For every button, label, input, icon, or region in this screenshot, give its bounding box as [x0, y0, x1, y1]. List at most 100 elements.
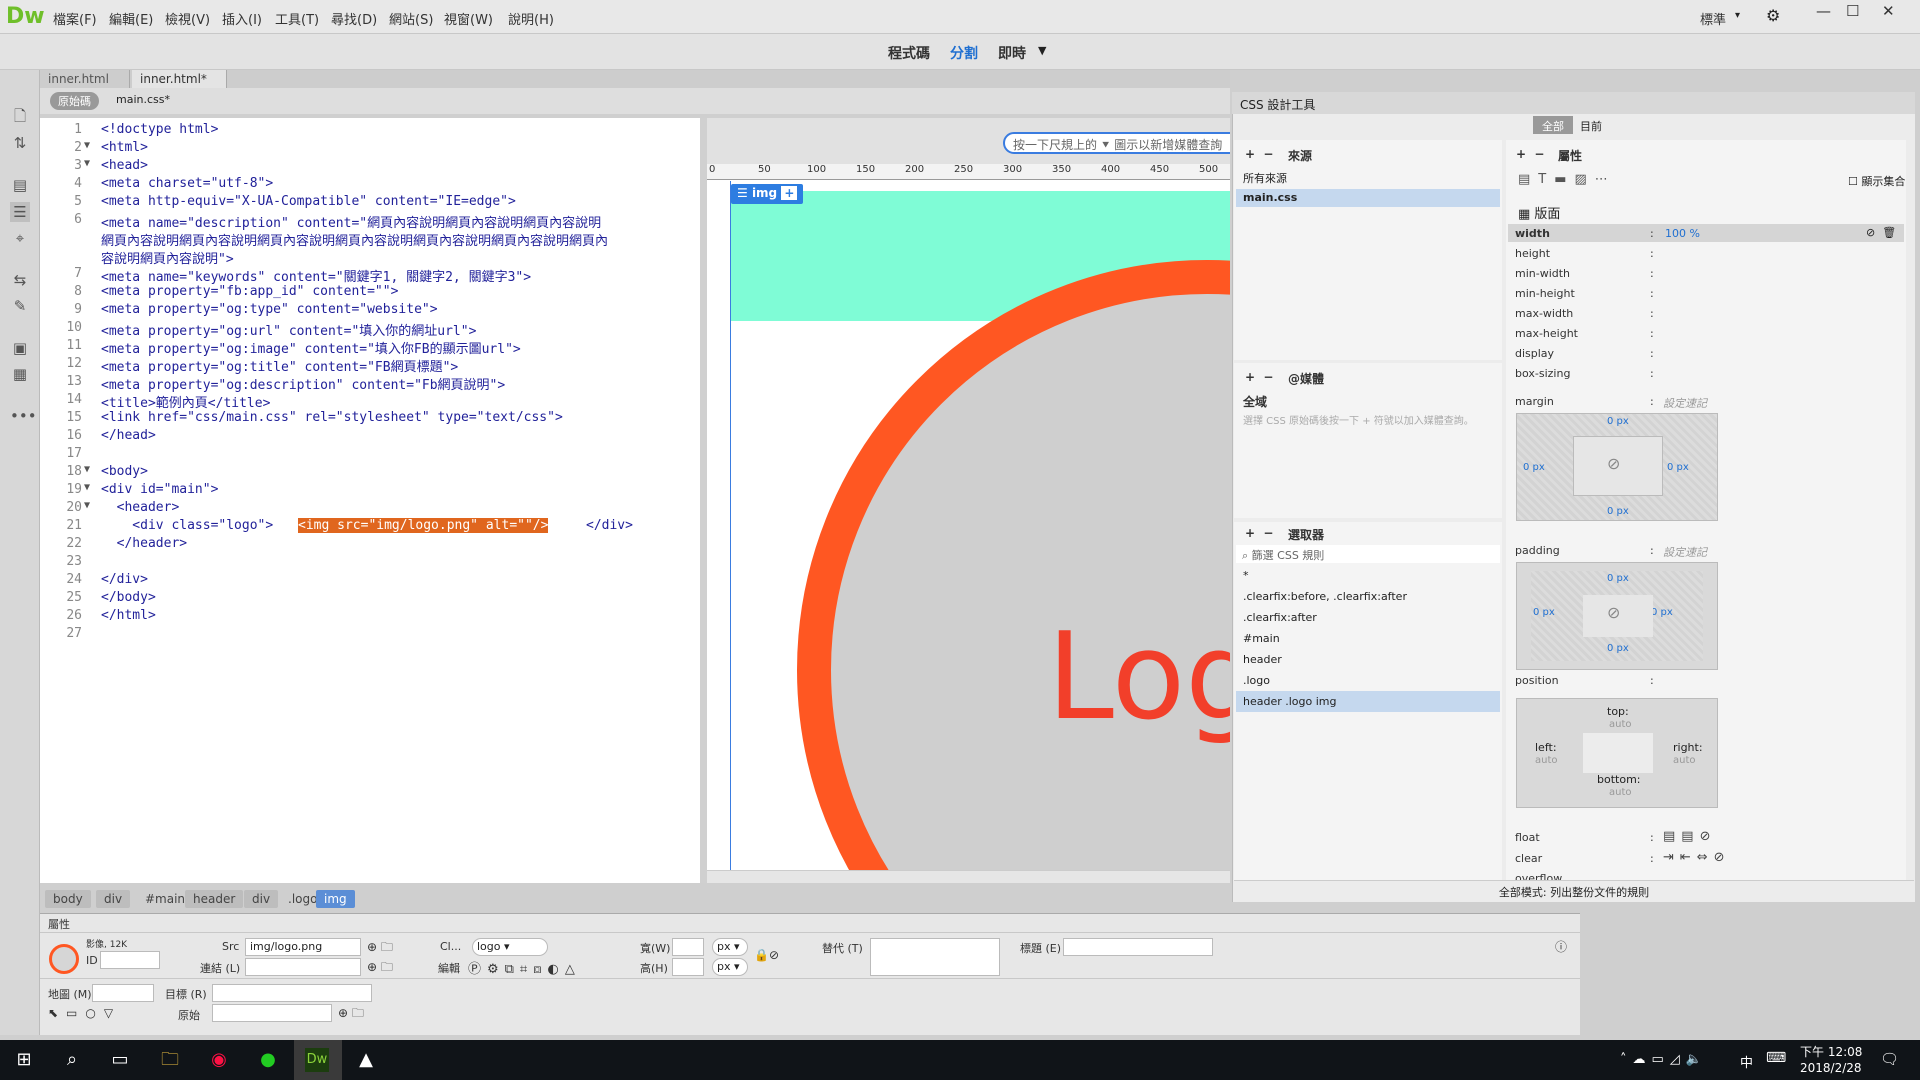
library-icon[interactable]: ▦	[10, 364, 30, 384]
tab-inner-html-modified[interactable]: inner.html* ✕	[132, 70, 227, 100]
height-input[interactable]	[672, 958, 704, 976]
close-icon[interactable]: ✕	[1882, 2, 1895, 20]
fold-arrow-icon[interactable]: ▼	[84, 158, 90, 169]
fold-arrow-icon[interactable]: ▼	[84, 500, 90, 511]
split-divider[interactable]	[700, 118, 707, 883]
ruler[interactable]: 0 50 100 150 200 250 300 350 400 450 500	[707, 164, 1230, 180]
code-line[interactable]: 7 <meta name="keywords" content="關鍵字1, 關鍵…	[40, 266, 700, 285]
position-box[interactable]: top: auto left: auto right: auto bottom:…	[1516, 698, 1718, 808]
code-line[interactable]: 21 <div class="logo"> <img src="img/logo.…	[40, 518, 700, 536]
code-line[interactable]: 12 <meta property="og:title" content="FB網…	[40, 356, 700, 375]
split-view-button[interactable]: 分割	[950, 43, 978, 63]
crumb-img[interactable]: img	[316, 890, 355, 908]
main-css-link[interactable]: main.css*	[116, 93, 170, 106]
code-line[interactable]: 13 <meta property="og:description" conten…	[40, 374, 700, 393]
snippets-icon[interactable]: ✎	[10, 296, 30, 316]
prop-min-height[interactable]: min-height	[1515, 287, 1575, 300]
selector-filter-input[interactable]: ⌕ 篩選 CSS 規則	[1236, 545, 1500, 563]
line-icon[interactable]: ●	[256, 1048, 280, 1072]
width-unit[interactable]: px ▾	[712, 938, 748, 956]
selector-item[interactable]: *	[1236, 565, 1500, 586]
selectors-add-remove[interactable]: + −	[1245, 526, 1273, 540]
element-tag-img[interactable]: ☰ img +	[731, 184, 804, 204]
minimize-icon[interactable]: —	[1816, 2, 1831, 20]
code-line[interactable]: 18 ▼ <body>	[40, 464, 700, 482]
chevron-down-icon[interactable]: ▼	[1038, 44, 1046, 57]
code-line[interactable]: 9 <meta property="og:type" content="websi…	[40, 302, 700, 320]
code-line[interactable]: 24 </div>	[40, 572, 700, 590]
float-options[interactable]: ▤▤⊘	[1663, 829, 1716, 844]
code-line[interactable]: 17	[40, 446, 700, 464]
code-line[interactable]: 10 <meta property="og:url" content="填入你的網…	[40, 320, 700, 339]
source-all[interactable]: 所有來源	[1243, 170, 1287, 186]
css-designer-icon[interactable]: ☰	[10, 202, 30, 222]
menu-tools[interactable]: 工具(T)	[275, 9, 319, 28]
code-line[interactable]: 25 </body>	[40, 590, 700, 608]
file-explorer-icon[interactable]: 🗀	[158, 1048, 182, 1072]
input-language[interactable]: 中	[1740, 1052, 1753, 1071]
clear-options[interactable]: ⇥⇤⇔⊘	[1663, 850, 1731, 865]
tab-current[interactable]: 目前	[1580, 118, 1602, 134]
code-line[interactable]: 22 </header>	[40, 536, 700, 554]
selector-item[interactable]: header	[1236, 649, 1500, 670]
code-line[interactable]: 1 <!doctype html>	[40, 122, 700, 140]
tab-all[interactable]: 全部	[1533, 116, 1573, 134]
crumb-div[interactable]: div	[244, 890, 279, 908]
dreamweaver-icon[interactable]: Dw	[305, 1048, 329, 1072]
code-line[interactable]: 20 ▼ <header>	[40, 500, 700, 518]
source-code-button[interactable]: 原始碼	[50, 92, 99, 110]
menu-edit[interactable]: 編輯(E)	[109, 9, 153, 28]
edit-tools[interactable]: Ⓟ⚙⧉⌗⧈◐△	[468, 958, 581, 977]
notification-icon[interactable]: 🗨	[1880, 1050, 1899, 1068]
id-input[interactable]	[100, 951, 160, 969]
selector-item[interactable]: .logo	[1236, 670, 1500, 691]
logo-image-circle[interactable]	[797, 260, 1230, 883]
selector-item[interactable]: #main	[1236, 628, 1500, 649]
menu-help[interactable]: 說明(H)	[508, 9, 554, 28]
fold-arrow-icon[interactable]: ▼	[84, 464, 90, 475]
original-browse-icon[interactable]: ⊕ 🗀	[338, 1004, 364, 1025]
insert-icon[interactable]: ▤	[10, 175, 30, 195]
transfer-icon[interactable]: ⇅	[10, 133, 30, 153]
crumb-body[interactable]: body	[45, 890, 91, 908]
class-select[interactable]: logo ▾	[472, 938, 548, 956]
code-line[interactable]: 27	[40, 626, 700, 644]
browse-icon[interactable]: ⊕ 🗀	[367, 958, 393, 979]
selector-item[interactable]: .clearfix:before, .clearfix:after	[1236, 586, 1500, 607]
disable-icon[interactable]: ⊘ 🗑	[1866, 226, 1896, 239]
src-input[interactable]: img/logo.png	[245, 938, 361, 956]
prop-display[interactable]: display	[1515, 347, 1554, 360]
gear-icon[interactable]: ⚙	[1766, 6, 1780, 25]
selector-item[interactable]: .clearfix:after	[1236, 607, 1500, 628]
target-select[interactable]	[212, 984, 372, 1002]
maximize-icon[interactable]: ☐	[1846, 2, 1859, 20]
windows-start-icon[interactable]: ⊞	[12, 1048, 36, 1072]
title-input[interactable]	[1063, 938, 1213, 956]
link-icon[interactable]: ⊘	[1607, 603, 1620, 622]
hotspot-tools[interactable]: ⬉▭○▽	[48, 1006, 121, 1020]
media-add-remove[interactable]: + −	[1245, 370, 1273, 384]
margin-shorthand[interactable]: 設定速記	[1663, 395, 1707, 411]
prop-min-width[interactable]: min-width	[1515, 267, 1570, 280]
prop-height[interactable]: height	[1515, 247, 1550, 260]
code-line[interactable]: 16 </head>	[40, 428, 700, 446]
map-input[interactable]	[92, 984, 154, 1002]
original-input[interactable]	[212, 1004, 332, 1022]
add-icon[interactable]: +	[781, 186, 798, 200]
code-line[interactable]: 26 </html>	[40, 608, 700, 626]
prop-max-width[interactable]: max-width	[1515, 307, 1573, 320]
media-global[interactable]: 全域	[1243, 393, 1267, 410]
width-input[interactable]	[672, 938, 704, 956]
properties-add-remove[interactable]: + −	[1516, 147, 1544, 161]
code-line[interactable]: 2 ▼ <html>	[40, 140, 700, 158]
fold-arrow-icon[interactable]: ▼	[84, 482, 90, 493]
more-icon[interactable]: •••	[10, 406, 37, 426]
menu-view[interactable]: 檢視(V)	[165, 9, 210, 28]
code-view-button[interactable]: 程式碼	[888, 43, 930, 63]
horizontal-scrollbar[interactable]	[707, 870, 1230, 883]
crumb-header[interactable]: header	[185, 890, 244, 908]
code-line[interactable]: 3 ▼ <head>	[40, 158, 700, 176]
alt-input[interactable]	[870, 938, 1000, 976]
code-line[interactable]: 4 <meta charset="utf-8">	[40, 176, 700, 194]
tray-icons[interactable]: ˄☁▭◿🔈	[1620, 1052, 1708, 1067]
